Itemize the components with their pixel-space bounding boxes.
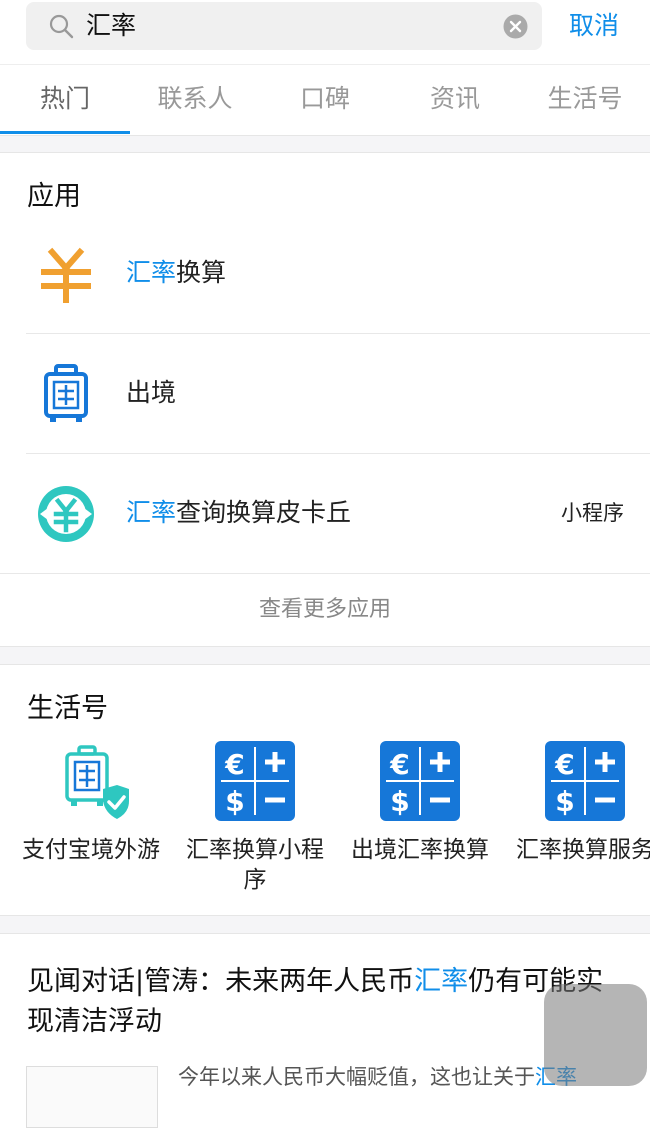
apps-section: 应用 汇率换算 出境 汇率查询换算皮卡丘 小程序 查看更多应用	[0, 152, 650, 647]
life-account-label: 出境汇率换算	[351, 837, 489, 863]
tab-hot[interactable]: 热门	[0, 81, 130, 117]
life-account-label: 汇率换算小程序	[186, 837, 324, 893]
app-title: 汇率查询换算皮卡丘	[126, 498, 352, 527]
cancel-button[interactable]: 取消	[569, 8, 619, 44]
search-bar: 汇率 取消	[0, 0, 650, 64]
floating-assistive-button[interactable]	[544, 984, 647, 1086]
svg-text:$: $	[390, 785, 409, 818]
tab-contacts[interactable]: 联系人	[130, 81, 260, 117]
life-section-title: 生活号	[27, 693, 108, 724]
svg-text:€: €	[224, 748, 244, 781]
search-tabs: 热门 联系人 口碑 资讯 生活号	[0, 64, 650, 136]
luggage-icon	[44, 364, 88, 422]
tab-koubei[interactable]: 口碑	[260, 81, 390, 117]
mini-program-badge: 小程序	[561, 501, 624, 525]
view-more-apps-link[interactable]: 查看更多应用	[0, 574, 650, 646]
article-thumbnail[interactable]	[26, 1066, 158, 1128]
search-input[interactable]: 汇率	[86, 9, 136, 43]
svg-text:€: €	[389, 748, 409, 781]
app-item-outbound[interactable]: 出境	[0, 334, 650, 454]
app-item-exchange[interactable]: 汇率换算	[0, 214, 650, 334]
svg-text:$: $	[555, 785, 574, 818]
life-accounts-section: 生活号 支付宝境外游 € $ 汇率换算小程序 € $ 出境汇率换算 € $ 汇率…	[0, 664, 650, 916]
svg-text:€: €	[554, 748, 574, 781]
app-item-pikachu[interactable]: 汇率查询换算皮卡丘 小程序	[0, 454, 650, 574]
life-account-item[interactable]: € $ 汇率换算小程序	[175, 741, 335, 895]
search-box[interactable]: 汇率	[26, 2, 542, 50]
clear-icon[interactable]	[503, 14, 528, 39]
yuan-circle-icon	[38, 486, 94, 542]
yuan-exchange-icon	[41, 247, 91, 303]
tab-active-indicator	[0, 131, 130, 134]
article-title[interactable]: 见闻对话|管涛：未来两年人民币汇率仍有可能实现清洁浮动	[27, 962, 627, 1042]
currency-calculator-icon: € $	[215, 741, 295, 821]
currency-calculator-icon: € $	[380, 741, 460, 821]
life-account-item[interactable]: 支付宝境外游	[11, 741, 171, 865]
luggage-verified-icon	[65, 745, 129, 819]
life-account-item[interactable]: € $ 出境汇率换算	[340, 741, 500, 865]
tab-life-accounts[interactable]: 生活号	[520, 81, 650, 117]
search-icon	[49, 14, 74, 39]
life-account-label: 汇率换算服务	[516, 837, 650, 863]
tab-news[interactable]: 资讯	[390, 81, 520, 117]
svg-text:$: $	[225, 785, 244, 818]
currency-calculator-icon: € $	[545, 741, 625, 821]
app-title: 汇率换算	[126, 258, 227, 287]
app-title: 出境	[126, 378, 177, 407]
apps-section-title: 应用	[27, 181, 81, 212]
life-account-label: 支付宝境外游	[22, 837, 160, 863]
life-account-item[interactable]: € $ 汇率换算服务	[505, 741, 650, 865]
